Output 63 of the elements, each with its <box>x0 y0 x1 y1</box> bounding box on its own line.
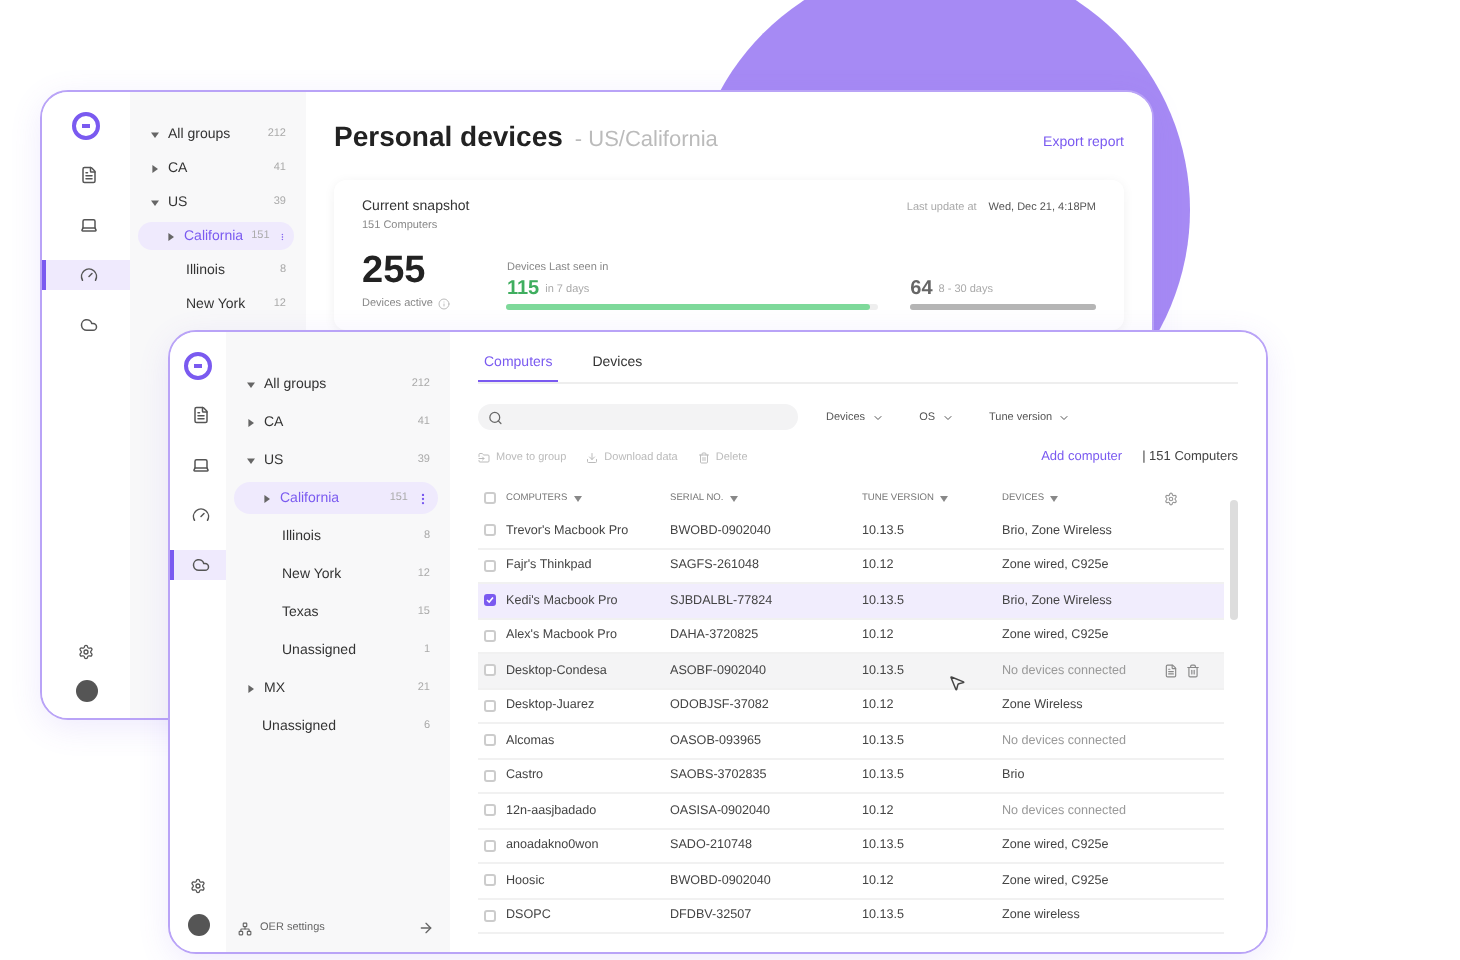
checkbox[interactable] <box>484 839 496 852</box>
hierarchy-icon <box>238 921 252 935</box>
checkbox[interactable] <box>484 492 496 504</box>
logo-icon[interactable] <box>184 352 212 380</box>
arrow-icon[interactable] <box>418 920 434 936</box>
laptop-icon <box>79 216 97 234</box>
download-icon <box>586 451 599 463</box>
caret-icon[interactable] <box>246 417 256 427</box>
pointer-icon <box>948 674 966 692</box>
checkbox[interactable] <box>484 699 496 712</box>
active-count: 255 <box>362 250 428 294</box>
trash-icon <box>697 451 710 463</box>
document-icon <box>79 166 97 184</box>
checkbox[interactable] <box>484 594 496 607</box>
caret-icon[interactable] <box>262 493 272 503</box>
search-icon <box>488 409 503 425</box>
caret-icon[interactable] <box>246 379 256 389</box>
logo-icon[interactable] <box>72 112 100 140</box>
checkbox[interactable] <box>484 734 496 747</box>
page-subtitle: - US/California <box>574 128 718 152</box>
gauge-icon <box>191 506 209 524</box>
caret-icon[interactable] <box>150 197 160 207</box>
folder-icon <box>478 451 490 463</box>
checkbox[interactable] <box>484 524 496 537</box>
checkbox[interactable] <box>484 909 496 922</box>
caret-icon[interactable] <box>150 129 160 139</box>
cloud-icon <box>191 556 209 574</box>
trash-icon[interactable] <box>1186 663 1200 678</box>
nav-item[interactable] <box>170 550 226 580</box>
caret-icon[interactable] <box>166 231 176 241</box>
nav-item[interactable] <box>42 260 130 290</box>
sort-icon[interactable] <box>573 495 582 501</box>
checkbox[interactable] <box>484 559 496 572</box>
gauge-icon <box>79 266 97 284</box>
caret-icon[interactable] <box>150 163 160 173</box>
search-field[interactable] <box>478 404 798 430</box>
sort-icon[interactable] <box>729 495 738 501</box>
checkbox[interactable] <box>484 629 496 642</box>
meter-value: 64 <box>910 278 933 300</box>
laptop-icon <box>191 456 209 474</box>
caret-icon[interactable] <box>246 455 256 465</box>
caret-icon[interactable] <box>246 683 256 693</box>
page-title: Personal devices <box>334 120 563 152</box>
avatar-icon[interactable] <box>75 680 97 702</box>
scrollbar[interactable] <box>1230 500 1238 620</box>
info-icon <box>438 298 451 310</box>
cloud-icon <box>79 316 97 334</box>
avatar-icon[interactable] <box>187 914 209 936</box>
details-icon[interactable] <box>1164 663 1178 678</box>
checkbox[interactable] <box>484 664 496 677</box>
chevron-down-icon <box>1058 411 1071 423</box>
checkbox[interactable] <box>484 804 496 817</box>
chevron-down-icon <box>941 411 954 423</box>
settings-icon[interactable] <box>78 644 94 660</box>
checkbox[interactable] <box>484 874 496 887</box>
checkbox[interactable] <box>484 769 496 782</box>
sort-icon[interactable] <box>1050 495 1059 501</box>
document-icon <box>191 406 209 424</box>
chevron-down-icon <box>871 411 884 423</box>
more-icon[interactable] <box>416 491 430 505</box>
sort-icon[interactable] <box>939 495 948 501</box>
settings-icon[interactable] <box>190 878 206 894</box>
meter-value: 115 <box>506 278 540 300</box>
